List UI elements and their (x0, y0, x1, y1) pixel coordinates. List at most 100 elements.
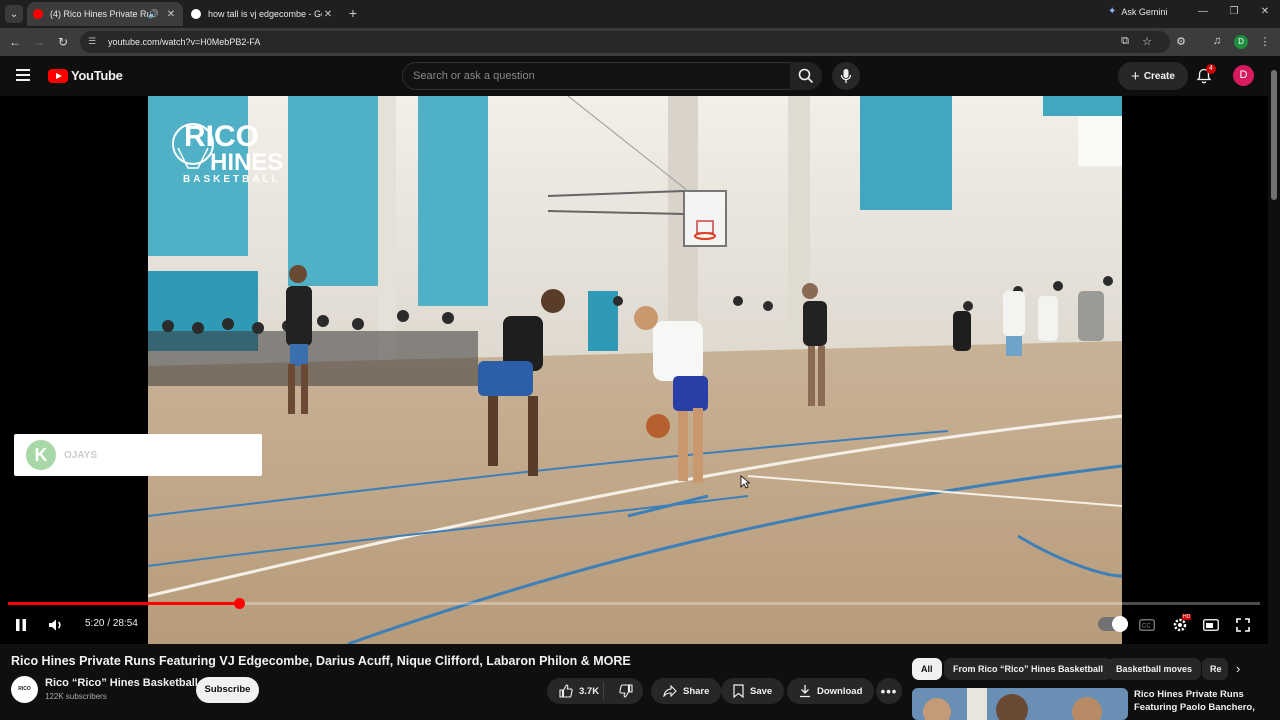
pause-button[interactable] (13, 616, 29, 634)
subscribe-button[interactable]: Subscribe (196, 677, 259, 703)
chip-related[interactable]: Re (1202, 658, 1228, 680)
menu-icon[interactable] (16, 69, 30, 81)
browser-address-bar: ← → ↻ ☰ youtube.com/watch?v=H0MebPB2-FA … (0, 28, 1280, 56)
logo-line-3: BASKETBALL (183, 174, 281, 185)
save-button[interactable]: Save (721, 678, 785, 704)
back-icon[interactable]: ← (8, 35, 22, 49)
miniplayer-icon (1203, 619, 1219, 631)
tab-google[interactable]: how tall is vj edgecombe - Goo ✕ (185, 2, 340, 26)
video-player[interactable]: RICO HINES BASKETBALL (0, 96, 1268, 644)
extensions-icon[interactable]: ⚙ (1174, 35, 1188, 48)
site-info-icon[interactable]: ☰ (88, 36, 100, 48)
captions-icon: CC (1139, 619, 1155, 631)
miniplayer-button[interactable] (1203, 616, 1219, 634)
basketball-gym-scene: RICO HINES BASKETBALL (148, 96, 1122, 644)
tab-title: (4) Rico Hines Private Runs (50, 9, 148, 19)
dislike-button[interactable] (610, 684, 643, 698)
logo-text: YouTube (71, 68, 123, 83)
logo-line-2: HINES (210, 149, 283, 176)
create-label: Create (1143, 70, 1175, 82)
new-tab-icon[interactable]: + (345, 5, 361, 21)
seek-bar-handle[interactable] (233, 598, 245, 609)
install-app-icon[interactable]: ⧉ (1118, 35, 1132, 48)
time-total: 28:54 (112, 618, 138, 629)
ask-gemini-button[interactable]: ✦ Ask Gemini (1108, 6, 1167, 17)
chevron-right-icon[interactable]: › (1236, 661, 1240, 676)
close-tab-icon[interactable]: ✕ (322, 9, 334, 20)
youtube-play-icon (48, 68, 68, 83)
search-button[interactable] (790, 62, 822, 90)
time-separator: / (104, 618, 113, 629)
more-actions-button[interactable]: ••• (876, 678, 902, 704)
mouse-cursor-icon (740, 475, 750, 489)
url-field[interactable]: ☰ youtube.com/watch?v=H0MebPB2-FA (80, 31, 1170, 53)
watermark-text: OJAYS (64, 449, 97, 461)
google-favicon-icon (191, 9, 201, 19)
notification-count-badge: 4 (1206, 64, 1216, 74)
autoplay-toggle[interactable] (1098, 616, 1128, 632)
notifications-button[interactable]: 4 (1196, 64, 1216, 84)
related-thumbnail-image (912, 688, 1128, 720)
speaker-icon[interactable]: 🔊 (148, 9, 159, 20)
hd-badge: HD (1182, 614, 1192, 620)
download-label: Download (817, 685, 863, 697)
watermark-overlay: K OJAYS (14, 434, 262, 476)
url-text: youtube.com/watch?v=H0MebPB2-FA (108, 37, 261, 47)
plus-icon: + (1131, 67, 1140, 85)
download-icon (800, 685, 810, 698)
browser-tab-bar: ⌄ (4) Rico Hines Private Runs 🔊 ✕ how ta… (0, 0, 1280, 28)
close-tab-icon[interactable]: ✕ (165, 9, 177, 20)
page-scrollbar-thumb[interactable] (1271, 70, 1277, 200)
gemini-sparkle-icon: ✦ (1108, 6, 1117, 17)
minimize-icon[interactable]: — (1196, 6, 1210, 17)
ask-gemini-label: Ask Gemini (1121, 6, 1168, 17)
svg-text:CC: CC (1142, 624, 1151, 630)
settings-button[interactable]: HD (1171, 614, 1192, 634)
search-input[interactable]: Search or ask a question (402, 62, 792, 90)
download-button[interactable]: Download (787, 678, 875, 704)
restore-icon[interactable]: ❐ (1227, 6, 1241, 17)
voice-search-button[interactable] (832, 62, 860, 90)
time-current: 5:20 (85, 618, 105, 629)
tab-youtube[interactable]: (4) Rico Hines Private Runs 🔊 ✕ (27, 2, 183, 26)
chip-all[interactable]: All (912, 658, 942, 680)
browser-profile-avatar[interactable]: D (1234, 35, 1248, 49)
chip-from-channel[interactable]: From Rico “Rico” Hines Basketball (944, 658, 1113, 680)
volume-icon (49, 619, 61, 631)
fullscreen-button[interactable] (1235, 616, 1251, 634)
related-video-title[interactable]: Rico Hines Private Runs Featuring Paolo … (1134, 688, 1264, 714)
save-label: Save (750, 685, 773, 697)
time-display: 5:20 / 28:54 (85, 618, 138, 629)
browser-menu-icon[interactable]: ⋮ (1258, 35, 1272, 48)
channel-avatar[interactable]: RICO (11, 676, 38, 703)
related-video-thumbnail[interactable] (912, 688, 1128, 720)
volume-button[interactable] (47, 616, 65, 634)
create-button[interactable]: + Create (1118, 62, 1188, 90)
forward-icon[interactable]: → (32, 35, 46, 49)
like-button[interactable]: 3.7K (547, 682, 604, 700)
share-button[interactable]: Share (651, 678, 722, 704)
captions-button[interactable]: CC (1139, 616, 1155, 634)
account-avatar[interactable]: D (1233, 65, 1254, 86)
bookmark-star-icon[interactable]: ☆ (1140, 35, 1154, 48)
k-logo-icon: K (26, 440, 56, 470)
more-horizontal-icon: ••• (880, 683, 898, 699)
like-dislike-group: 3.7K (547, 678, 643, 704)
youtube-header: YouTube Search or ask a question + Creat… (0, 56, 1280, 96)
tab-search-button[interactable]: ⌄ (5, 5, 23, 23)
reload-icon[interactable]: ↻ (56, 35, 70, 49)
chip-basketball-moves[interactable]: Basketball moves (1107, 658, 1202, 680)
video-frame[interactable]: RICO HINES BASKETBALL (148, 96, 1122, 644)
youtube-favicon-icon (33, 9, 43, 19)
video-title: Rico Hines Private Runs Featuring VJ Edg… (11, 654, 631, 668)
seek-bar[interactable] (8, 598, 1260, 609)
tab-title: how tall is vj edgecombe - Goo (208, 9, 322, 19)
fullscreen-icon (1236, 618, 1250, 632)
close-window-icon[interactable]: ✕ (1258, 6, 1272, 17)
bookmark-icon (733, 684, 744, 698)
thumbs-down-icon (619, 684, 633, 698)
media-controls-icon[interactable]: ♫ (1210, 35, 1224, 47)
channel-name[interactable]: Rico “Rico” Hines Basketball (45, 677, 198, 689)
thumbs-up-icon (559, 684, 573, 698)
youtube-logo[interactable]: YouTube (48, 68, 123, 83)
